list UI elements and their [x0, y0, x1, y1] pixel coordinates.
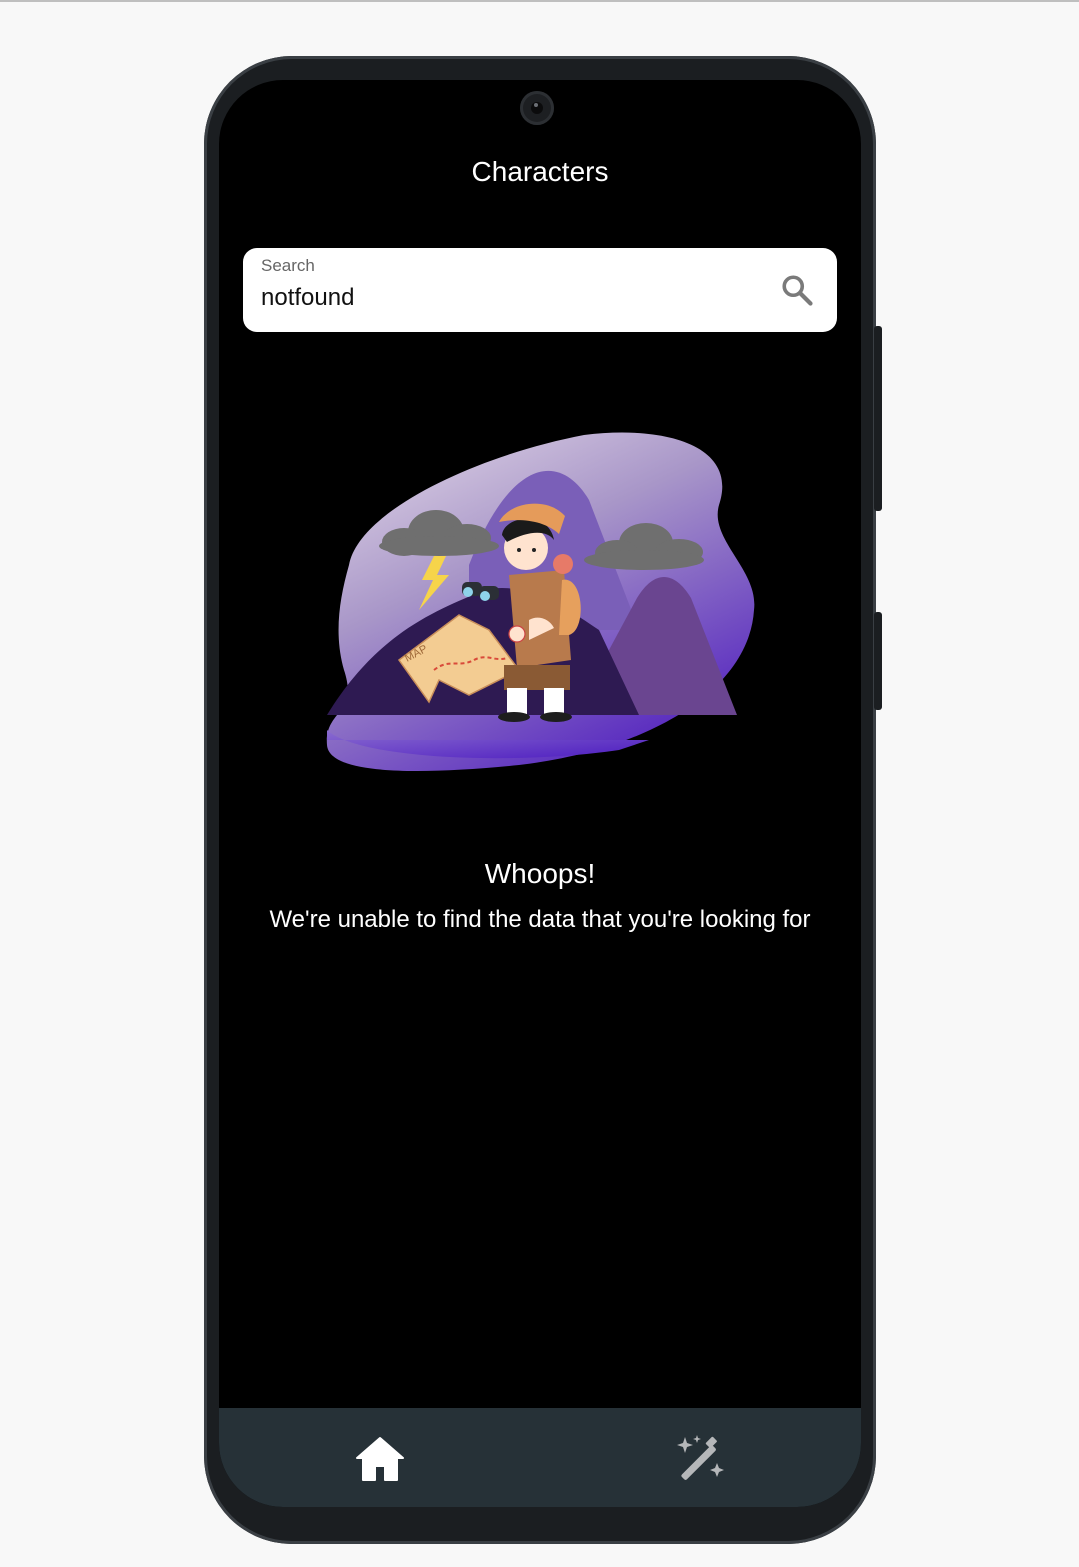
empty-state-title: Whoops!: [484, 858, 596, 889]
explorer-with-map-illustration: MAP: [326, 432, 755, 771]
empty-state-message: We're unable to find the data that you'r…: [269, 906, 811, 933]
search-label: Search: [261, 256, 315, 275]
magic-wand-icon: [677, 1435, 724, 1480]
page-title: Characters: [471, 156, 609, 187]
search-input[interactable]: [261, 282, 741, 314]
nav-home[interactable]: [353, 1432, 407, 1486]
bottom-navigation: [219, 1408, 861, 1507]
window-top-border: [0, 0, 1079, 2]
home-icon: [356, 1437, 404, 1481]
search-icon[interactable]: [779, 272, 815, 308]
phone-volume-button: [874, 612, 882, 710]
phone-screen: Characters Search notfound MAP Whoops! W…: [219, 80, 861, 1507]
search-field[interactable]: Search: [243, 248, 837, 332]
phone-power-button: [874, 326, 882, 511]
front-camera: [520, 91, 554, 125]
nav-magic[interactable]: [673, 1432, 727, 1486]
